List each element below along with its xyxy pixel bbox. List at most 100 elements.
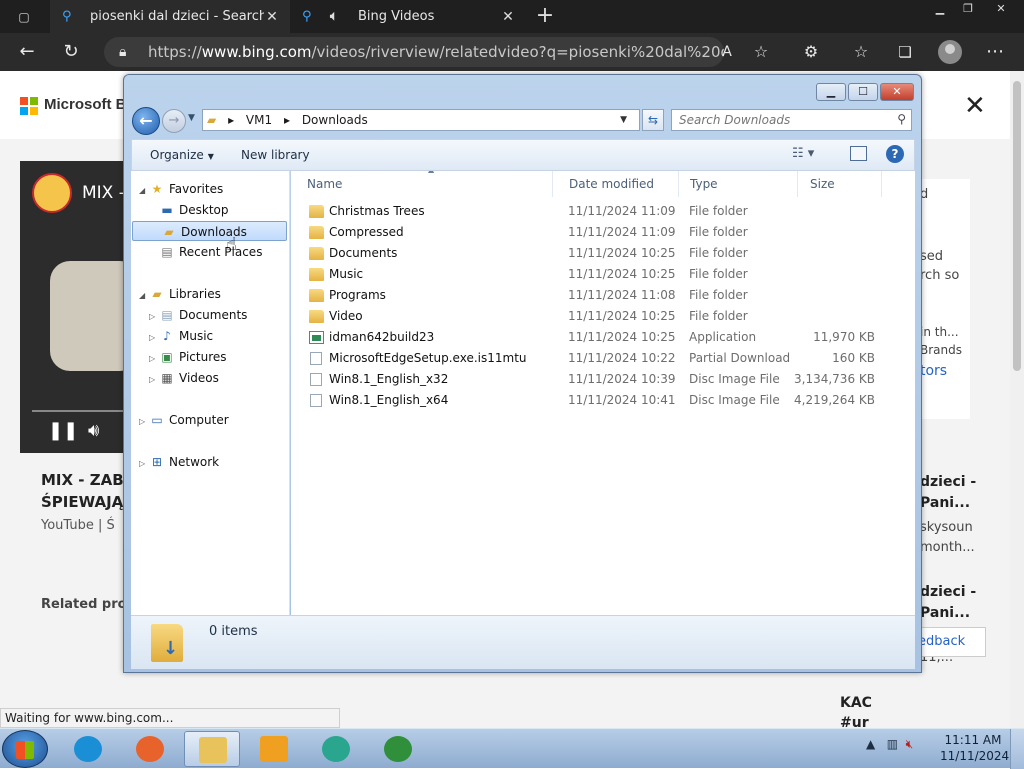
file-row[interactable]: Win8.1_English_x64 11/11/2024 10:41 ... Di… xyxy=(291,390,891,411)
search-field[interactable]: ⚲ xyxy=(671,109,912,131)
volume-icon[interactable]: 🔊︎ xyxy=(88,420,99,441)
nav-network[interactable]: ▷ ⊞ Network xyxy=(139,452,219,472)
chevron-right-icon[interactable]: ▸ xyxy=(284,113,290,127)
side-video-title[interactable]: dzieci - xyxy=(920,584,976,600)
breadcrumb-item[interactable]: VM1 xyxy=(246,113,272,127)
taskbar-app-firefox[interactable] xyxy=(122,731,178,767)
nav-music[interactable]: ▷ ♪ Music xyxy=(149,326,213,346)
column-date-modified[interactable]: Date modified xyxy=(559,171,679,197)
recent-locations-dropdown[interactable]: ▼ xyxy=(188,113,195,123)
nav-libraries[interactable]: ◢ ▰ Libraries xyxy=(139,284,221,304)
close-overlay-icon[interactable]: ✕ xyxy=(964,91,986,121)
expand-arrow-icon[interactable]: ▷ xyxy=(139,412,149,432)
bing-brand[interactable]: Microsoft Bi xyxy=(44,96,131,113)
column-size[interactable]: Size xyxy=(800,171,882,197)
file-row[interactable]: Christmas Trees 11/11/2024 11:09 ... File … xyxy=(291,201,891,222)
video-player[interactable]: MIX - ❚❚ 🔊︎ xyxy=(20,161,130,453)
side-video-title[interactable]: dzieci - xyxy=(920,474,976,490)
video-title[interactable]: MIX - ZABA ŚPIEWAJĄ xyxy=(41,469,135,513)
nav-pictures[interactable]: ▷ ▣ Pictures xyxy=(149,347,227,367)
tab-bing-videos[interactable]: ⚲ 🔈︎ Bing Videos ✕ xyxy=(290,0,526,33)
expand-arrow-icon[interactable]: ▷ xyxy=(149,349,159,369)
help-icon[interactable]: ? xyxy=(886,145,904,163)
close-window-button[interactable]: ✕ xyxy=(984,0,1018,17)
address-bar[interactable]: 🔒︎ https://www.bing.com/videos/riverview… xyxy=(104,37,724,67)
extensions-icon[interactable]: ⚙ xyxy=(796,39,826,65)
column-type[interactable]: Type xyxy=(680,171,798,197)
tab-actions-icon[interactable]: ▢ xyxy=(8,6,40,28)
file-row[interactable]: Documents 11/11/2024 10:25 ... File folder xyxy=(291,243,891,264)
search-icon[interactable]: ⚲ xyxy=(897,112,906,126)
side-link[interactable]: tors xyxy=(920,363,947,379)
file-row[interactable]: idman642build23 11/11/2024 10:25 ... Appli… xyxy=(291,327,891,348)
file-row[interactable]: Win8.1_English_x32 11/11/2024 10:39 ... Di… xyxy=(291,369,891,390)
chevron-right-icon[interactable]: ▸ xyxy=(228,113,234,127)
taskbar-app-idm[interactable] xyxy=(370,731,426,767)
expand-arrow-icon[interactable]: ▷ xyxy=(149,328,159,348)
expand-arrow-icon[interactable]: ▷ xyxy=(149,307,159,327)
forward-arrow-icon[interactable]: → xyxy=(162,109,186,133)
volume-muted-icon[interactable]: 🔇︎ xyxy=(906,737,914,751)
tab-search[interactable]: ⚲ piosenki dal dzieci - Search ✕ xyxy=(50,0,290,33)
taskbar-app-media-player[interactable] xyxy=(246,731,302,767)
search-input[interactable] xyxy=(672,110,882,130)
change-view-icon[interactable]: ☷ ▾ xyxy=(792,146,814,161)
file-row[interactable]: Programs 11/11/2024 11:08 ... File folder xyxy=(291,285,891,306)
profile-avatar[interactable] xyxy=(938,40,962,64)
new-tab-button[interactable]: + xyxy=(534,3,556,29)
taskbar-app-edge[interactable] xyxy=(60,731,116,767)
preview-pane-icon[interactable] xyxy=(850,146,867,161)
network-status-icon[interactable]: ▥ xyxy=(887,737,898,751)
new-library-button[interactable]: New library xyxy=(241,148,310,162)
nav-computer[interactable]: ▷ ▭ Computer xyxy=(139,410,229,430)
column-name[interactable]: Name xyxy=(297,171,553,197)
more-menu-icon[interactable]: ⋯ xyxy=(980,39,1010,65)
organize-button[interactable]: Organize ▼ xyxy=(150,148,214,162)
chevron-down-icon[interactable]: ▼ xyxy=(620,110,627,130)
add-favorite-icon[interactable]: ☆ xyxy=(746,39,776,65)
video-progress-bar[interactable] xyxy=(32,410,130,412)
system-clock[interactable]: 11:11 AM 11/11/2024 xyxy=(940,732,1009,764)
file-row[interactable]: Video 11/11/2024 10:25 ... File folder xyxy=(291,306,891,327)
side-video-title[interactable]: KAC xyxy=(840,695,872,711)
file-row[interactable]: Music 11/11/2024 10:25 ... File folder xyxy=(291,264,891,285)
file-row[interactable]: Compressed 11/11/2024 11:09 ... File folde… xyxy=(291,222,891,243)
side-video-title[interactable]: Pani... xyxy=(920,495,970,511)
nav-recent-places[interactable]: ▤ Recent Places xyxy=(159,242,262,262)
close-tab-icon[interactable]: ✕ xyxy=(500,9,516,25)
taskbar-app-edge-legacy[interactable] xyxy=(308,731,364,767)
collections-icon[interactable]: ❏ xyxy=(890,39,920,65)
explorer-maximize-button[interactable]: ☐ xyxy=(848,83,878,101)
nav-favorites[interactable]: ◢ ★ Favorites xyxy=(139,179,223,199)
breadcrumb[interactable]: ▰ ▸ VM1 ▸ Downloads ▼ xyxy=(202,109,640,131)
minimize-window-button[interactable]: ▁ xyxy=(926,0,954,17)
show-hidden-icons[interactable]: ▲ xyxy=(866,737,875,751)
favorites-icon[interactable]: ☆ xyxy=(846,39,876,65)
nav-desktop[interactable]: ▬ Desktop xyxy=(159,200,228,220)
restore-window-button[interactable]: ❐ xyxy=(954,0,982,17)
page-scrollbar[interactable] xyxy=(1010,71,1024,728)
refresh-button[interactable]: ⇆ xyxy=(642,109,664,131)
expand-arrow-icon[interactable]: ◢ xyxy=(139,286,149,306)
expand-arrow-icon[interactable]: ◢ xyxy=(139,181,149,201)
show-desktop-button[interactable] xyxy=(1010,729,1024,769)
nav-downloads[interactable]: ▰ Downloads xyxy=(132,221,287,241)
file-row[interactable]: MicrosoftEdgeSetup.exe.is11mtu 11/11/2024… xyxy=(291,348,891,369)
expand-arrow-icon[interactable]: ▷ xyxy=(149,370,159,390)
nav-videos[interactable]: ▷ ▦ Videos xyxy=(149,368,219,388)
refresh-icon[interactable]: ↻ xyxy=(56,39,86,65)
taskbar-app-explorer[interactable] xyxy=(184,731,240,767)
back-arrow-icon[interactable]: ← xyxy=(12,39,42,65)
explorer-close-button[interactable]: ✕ xyxy=(880,83,914,101)
pause-icon[interactable]: ❚❚ xyxy=(48,420,78,441)
nav-documents[interactable]: ▷ ▤ Documents xyxy=(149,305,247,325)
scrollbar-thumb[interactable] xyxy=(1013,81,1021,371)
breadcrumb-item[interactable]: Downloads xyxy=(302,113,368,127)
explorer-minimize-button[interactable]: ▁ xyxy=(816,83,846,101)
read-aloud-icon[interactable]: A xyxy=(712,39,742,65)
close-tab-icon[interactable]: ✕ xyxy=(264,9,280,25)
back-arrow-icon[interactable]: ← xyxy=(132,107,160,135)
side-video-title[interactable]: Pani... xyxy=(920,605,970,621)
expand-arrow-icon[interactable]: ▷ xyxy=(139,454,149,474)
start-button[interactable] xyxy=(2,730,48,768)
